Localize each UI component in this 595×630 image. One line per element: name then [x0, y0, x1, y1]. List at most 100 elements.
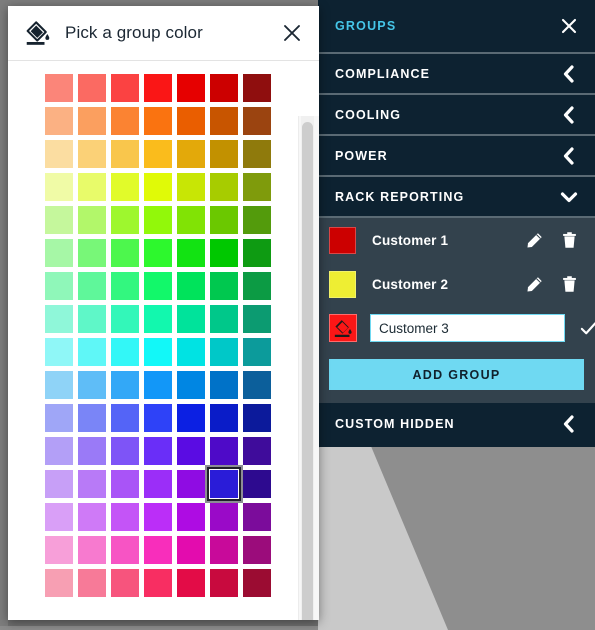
color-swatch[interactable] [243, 371, 271, 399]
color-swatch[interactable] [111, 437, 139, 465]
chevron-left-icon[interactable] [559, 105, 579, 125]
color-swatch[interactable] [45, 536, 73, 564]
color-swatch[interactable] [210, 206, 238, 234]
color-swatch[interactable] [210, 569, 238, 597]
section-compliance[interactable]: COMPLIANCE [318, 54, 595, 95]
color-swatch[interactable] [45, 239, 73, 267]
color-swatch[interactable] [243, 173, 271, 201]
color-swatch[interactable] [243, 74, 271, 102]
chevron-left-icon[interactable] [559, 414, 579, 434]
color-swatch[interactable] [210, 536, 238, 564]
color-swatch[interactable] [78, 239, 106, 267]
color-swatch[interactable] [177, 173, 205, 201]
color-swatch[interactable] [45, 272, 73, 300]
color-swatch[interactable] [144, 437, 172, 465]
color-swatch[interactable] [210, 74, 238, 102]
color-swatch[interactable] [144, 239, 172, 267]
color-swatch[interactable] [144, 74, 172, 102]
color-swatch[interactable] [45, 371, 73, 399]
group-color-swatch[interactable] [329, 226, 356, 254]
color-swatch[interactable] [177, 536, 205, 564]
color-swatch[interactable] [210, 437, 238, 465]
color-swatch[interactable] [243, 338, 271, 366]
color-swatch[interactable] [243, 404, 271, 432]
group-color-swatch[interactable] [329, 270, 356, 298]
color-swatch[interactable] [111, 503, 139, 531]
color-swatch[interactable] [111, 404, 139, 432]
color-swatch[interactable] [177, 206, 205, 234]
color-swatch[interactable] [144, 107, 172, 135]
color-swatch[interactable] [144, 338, 172, 366]
color-swatch[interactable] [144, 173, 172, 201]
color-swatch[interactable] [210, 239, 238, 267]
group-color-picker-button[interactable] [329, 314, 357, 342]
color-swatch[interactable] [144, 206, 172, 234]
color-swatch[interactable] [210, 140, 238, 168]
color-swatch[interactable] [144, 404, 172, 432]
color-swatch[interactable] [45, 503, 73, 531]
add-group-button[interactable]: ADD GROUP [329, 359, 584, 390]
section-power[interactable]: POWER [318, 136, 595, 177]
color-swatch[interactable] [78, 536, 106, 564]
chevron-down-icon[interactable] [559, 187, 579, 207]
color-swatch[interactable] [45, 140, 73, 168]
chevron-left-icon[interactable] [559, 64, 579, 84]
color-swatch[interactable] [45, 470, 73, 498]
color-swatch[interactable] [210, 305, 238, 333]
color-swatch[interactable] [45, 173, 73, 201]
color-swatch[interactable] [45, 107, 73, 135]
color-swatch[interactable] [210, 371, 238, 399]
color-swatch[interactable] [78, 371, 106, 399]
check-icon[interactable] [579, 319, 595, 338]
color-swatch[interactable] [177, 470, 205, 498]
color-swatch[interactable] [111, 272, 139, 300]
color-swatch[interactable] [243, 503, 271, 531]
color-swatch[interactable] [78, 206, 106, 234]
color-swatch[interactable] [144, 503, 172, 531]
color-swatch[interactable] [78, 305, 106, 333]
color-swatch[interactable] [177, 503, 205, 531]
color-swatch[interactable] [144, 140, 172, 168]
color-swatch[interactable] [78, 107, 106, 135]
palette-scroll-area[interactable] [8, 61, 319, 620]
color-swatch[interactable] [45, 404, 73, 432]
color-swatch[interactable] [144, 536, 172, 564]
color-swatch[interactable] [78, 404, 106, 432]
color-swatch[interactable] [111, 74, 139, 102]
color-swatch[interactable] [111, 107, 139, 135]
table-row[interactable]: Customer 2 [318, 262, 595, 306]
color-swatch[interactable] [210, 173, 238, 201]
trash-icon[interactable] [560, 231, 579, 250]
color-swatch[interactable] [243, 305, 271, 333]
pencil-icon[interactable] [525, 231, 544, 250]
close-icon[interactable] [559, 16, 579, 36]
color-swatch[interactable] [111, 239, 139, 267]
color-swatch[interactable] [45, 569, 73, 597]
color-swatch[interactable] [78, 272, 106, 300]
color-swatch-grid[interactable] [45, 74, 319, 597]
color-swatch[interactable] [111, 173, 139, 201]
color-swatch[interactable] [45, 437, 73, 465]
color-swatch[interactable] [243, 206, 271, 234]
color-swatch[interactable] [210, 107, 238, 135]
color-swatch[interactable] [243, 272, 271, 300]
color-swatch[interactable] [177, 569, 205, 597]
color-swatch[interactable] [177, 338, 205, 366]
color-swatch[interactable] [177, 404, 205, 432]
trash-icon[interactable] [560, 275, 579, 294]
color-swatch[interactable] [144, 272, 172, 300]
color-swatch[interactable] [111, 371, 139, 399]
color-swatch[interactable] [177, 437, 205, 465]
color-swatch[interactable] [111, 206, 139, 234]
color-swatch[interactable] [243, 437, 271, 465]
close-icon[interactable] [281, 22, 303, 44]
color-swatch[interactable] [243, 239, 271, 267]
color-swatch[interactable] [243, 569, 271, 597]
color-swatch[interactable] [144, 470, 172, 498]
color-swatch[interactable] [78, 74, 106, 102]
color-swatch[interactable] [144, 371, 172, 399]
color-swatch[interactable] [210, 338, 238, 366]
color-swatch[interactable] [45, 305, 73, 333]
scrollbar-thumb[interactable] [302, 122, 313, 620]
color-swatch[interactable] [210, 503, 238, 531]
